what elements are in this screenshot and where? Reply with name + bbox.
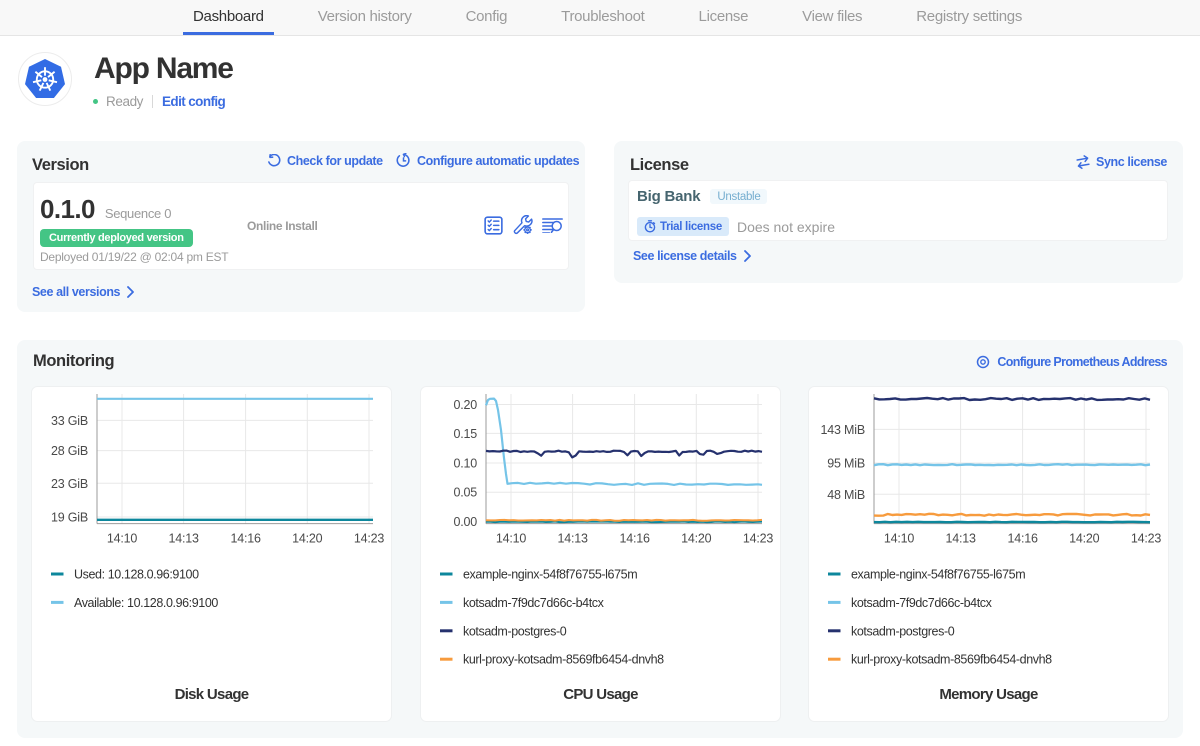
svg-text:kotsadm-postgres-0: kotsadm-postgres-0 bbox=[851, 624, 955, 638]
svg-text:14:23: 14:23 bbox=[1131, 532, 1162, 546]
svg-text:14:13: 14:13 bbox=[168, 532, 199, 546]
svg-text:Disk Usage: Disk Usage bbox=[175, 686, 249, 703]
svg-text:Used: 10.128.0.96:9100: Used: 10.128.0.96:9100 bbox=[74, 568, 199, 582]
svg-text:kurl-proxy-kotsadm-8569fb6454-: kurl-proxy-kotsadm-8569fb6454-dnvh8 bbox=[851, 653, 1052, 667]
svg-text:14:20: 14:20 bbox=[292, 532, 323, 546]
svg-text:0.00: 0.00 bbox=[453, 515, 477, 529]
svg-text:14:20: 14:20 bbox=[1069, 532, 1100, 546]
svg-text:Available: 10.128.0.96:9100: Available: 10.128.0.96:9100 bbox=[74, 596, 218, 610]
svg-text:kotsadm-7f9dc7d66c-b4tcx: kotsadm-7f9dc7d66c-b4tcx bbox=[463, 596, 605, 610]
svg-text:Memory Usage: Memory Usage bbox=[939, 686, 1038, 703]
svg-text:0.20: 0.20 bbox=[453, 398, 477, 412]
svg-text:14:13: 14:13 bbox=[557, 532, 588, 546]
svg-text:example-nginx-54f8f76755-l675m: example-nginx-54f8f76755-l675m bbox=[463, 568, 637, 582]
svg-text:19 GiB: 19 GiB bbox=[51, 511, 88, 525]
svg-text:14:10: 14:10 bbox=[884, 532, 915, 546]
svg-text:33 GiB: 33 GiB bbox=[51, 414, 88, 428]
svg-text:14:16: 14:16 bbox=[230, 532, 261, 546]
svg-text:28 GiB: 28 GiB bbox=[51, 444, 88, 458]
svg-text:23 GiB: 23 GiB bbox=[51, 477, 88, 491]
svg-text:14:20: 14:20 bbox=[681, 532, 712, 546]
svg-text:48 MiB: 48 MiB bbox=[827, 488, 865, 502]
svg-text:0.15: 0.15 bbox=[453, 427, 477, 441]
svg-text:kurl-proxy-kotsadm-8569fb6454-: kurl-proxy-kotsadm-8569fb6454-dnvh8 bbox=[463, 653, 664, 667]
svg-text:14:10: 14:10 bbox=[496, 532, 527, 546]
svg-text:kotsadm-postgres-0: kotsadm-postgres-0 bbox=[463, 624, 567, 638]
svg-text:0.10: 0.10 bbox=[453, 457, 477, 471]
svg-text:143 MiB: 143 MiB bbox=[821, 423, 865, 437]
svg-text:14:23: 14:23 bbox=[354, 532, 385, 546]
svg-text:14:10: 14:10 bbox=[107, 532, 138, 546]
svg-text:14:23: 14:23 bbox=[743, 532, 774, 546]
svg-text:14:13: 14:13 bbox=[945, 532, 976, 546]
svg-text:14:16: 14:16 bbox=[619, 532, 650, 546]
svg-text:CPU Usage: CPU Usage bbox=[563, 686, 638, 703]
svg-text:0.05: 0.05 bbox=[453, 486, 477, 500]
svg-text:95 MiB: 95 MiB bbox=[827, 457, 865, 471]
svg-text:example-nginx-54f8f76755-l675m: example-nginx-54f8f76755-l675m bbox=[851, 568, 1025, 582]
svg-text:kotsadm-7f9dc7d66c-b4tcx: kotsadm-7f9dc7d66c-b4tcx bbox=[851, 596, 993, 610]
svg-text:14:16: 14:16 bbox=[1007, 532, 1038, 546]
